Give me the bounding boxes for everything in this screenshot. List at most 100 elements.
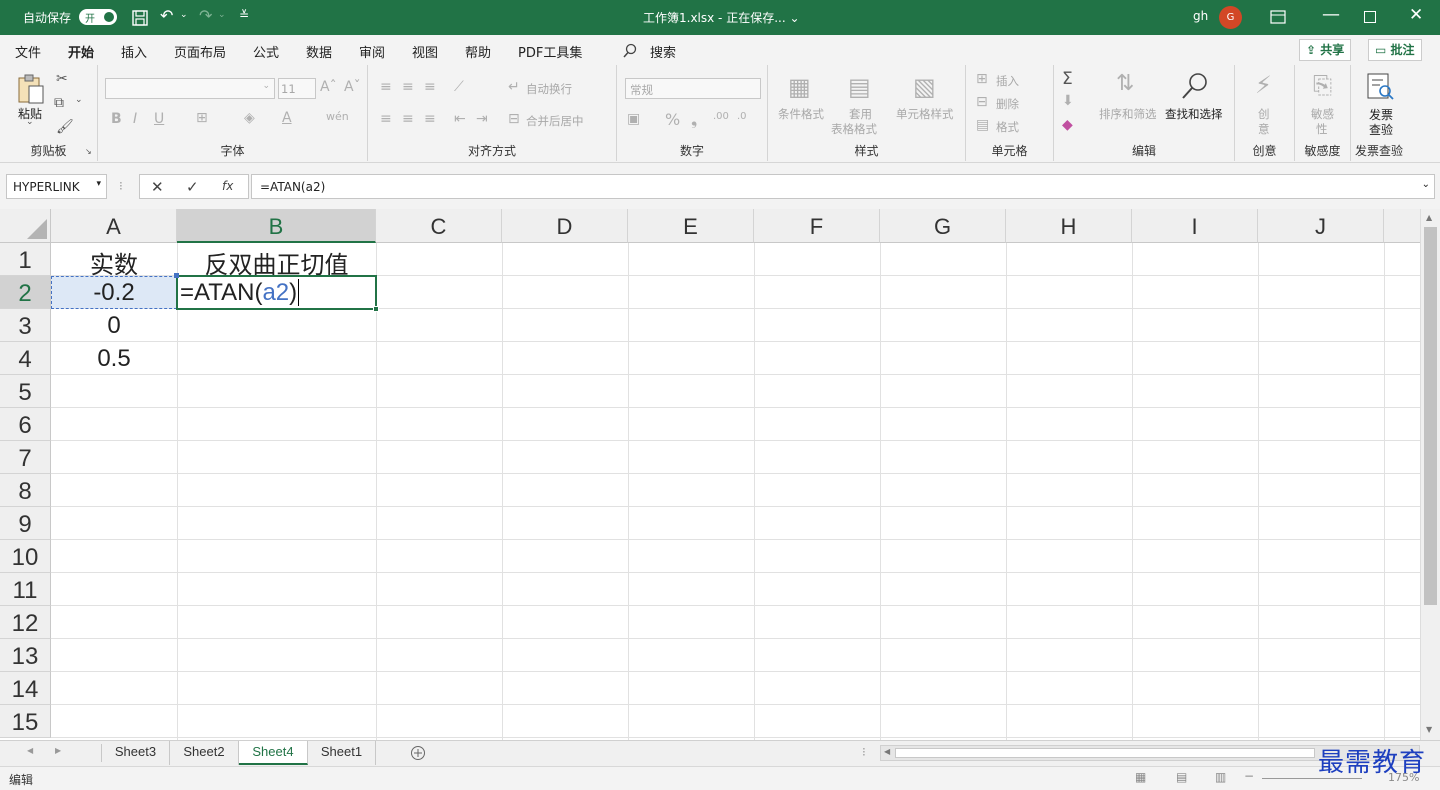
italic-button[interactable]: I: [133, 111, 137, 127]
cell-a2[interactable]: -0.2: [51, 279, 177, 307]
border-icon[interactable]: ⊞: [196, 110, 208, 126]
fill-color-icon[interactable]: ◈: [244, 110, 255, 126]
tab-page-layout[interactable]: 页面布局: [174, 42, 226, 61]
tab-view[interactable]: 视图: [412, 42, 438, 61]
cell-a4[interactable]: 0.5: [51, 345, 177, 373]
column-header-d[interactable]: D: [502, 209, 628, 243]
format-painter-icon[interactable]: 🖌: [56, 119, 74, 135]
insert-cells-icon[interactable]: ⊞: [976, 71, 988, 87]
undo-dropdown-icon[interactable]: ⌄: [180, 10, 188, 20]
add-sheet-icon[interactable]: [410, 745, 426, 761]
ideas-icon[interactable]: ⚡: [1255, 71, 1272, 99]
increase-decimal-icon[interactable]: .00: [713, 111, 729, 122]
sensitivity-label-2[interactable]: 性: [1316, 121, 1328, 137]
row-header-11[interactable]: 11: [0, 573, 51, 606]
align-center-icon[interactable]: ≡: [402, 111, 414, 127]
search-icon[interactable]: [622, 43, 638, 59]
tab-split-icon[interactable]: ⁝: [862, 745, 866, 759]
page-layout-view-icon[interactable]: ▤: [1176, 770, 1187, 784]
fill-handle[interactable]: [373, 306, 379, 312]
scroll-right-icon[interactable]: ▶: [55, 746, 61, 755]
tab-data[interactable]: 数据: [306, 42, 332, 61]
orientation-icon[interactable]: ⟋: [454, 79, 464, 95]
underline-button[interactable]: U: [154, 111, 164, 127]
comma-icon[interactable]: ❟: [691, 110, 697, 130]
percent-icon[interactable]: %: [665, 110, 680, 129]
find-select-label[interactable]: 查找和选择: [1165, 106, 1223, 122]
name-box[interactable]: HYPERLINK ▾: [6, 174, 107, 199]
column-header-c[interactable]: C: [376, 209, 502, 243]
undo-icon[interactable]: ↶: [160, 6, 173, 25]
sensitivity-label-1[interactable]: 敏感: [1311, 106, 1334, 122]
align-top-icon[interactable]: ≡: [380, 79, 392, 95]
row-header-10[interactable]: 10: [0, 540, 51, 573]
column-header-e[interactable]: E: [628, 209, 754, 243]
conditional-format-icon[interactable]: ▦: [788, 73, 811, 101]
copy-dropdown-icon[interactable]: ⌄: [75, 95, 83, 105]
row-header-7[interactable]: 7: [0, 441, 51, 474]
page-break-view-icon[interactable]: ▥: [1215, 770, 1226, 784]
column-header-a[interactable]: A: [51, 209, 177, 243]
sort-filter-icon[interactable]: ⇅: [1116, 71, 1134, 96]
enter-icon[interactable]: ✓: [186, 178, 199, 196]
decrease-indent-icon[interactable]: ⇤: [454, 111, 466, 127]
sensitivity-icon[interactable]: ⎘: [1313, 71, 1332, 99]
font-name-dropdown[interactable]: ⌄: [105, 78, 275, 99]
tab-review[interactable]: 审阅: [359, 42, 385, 61]
tab-home[interactable]: 开始: [68, 42, 95, 69]
tab-pdf-tools[interactable]: PDF工具集: [518, 42, 582, 61]
column-header-h[interactable]: H: [1006, 209, 1132, 243]
share-button[interactable]: ⇪ 共享: [1299, 39, 1352, 61]
minimize-icon[interactable]: —: [1322, 4, 1340, 25]
tab-formulas[interactable]: 公式: [253, 42, 279, 61]
comment-button[interactable]: ▭ 批注: [1368, 39, 1422, 61]
increase-indent-icon[interactable]: ⇥: [476, 111, 488, 127]
delete-cells-label[interactable]: 删除: [996, 96, 1019, 112]
cancel-icon[interactable]: ✕: [151, 178, 164, 196]
column-header-i[interactable]: I: [1132, 209, 1258, 243]
format-table-label-1[interactable]: 套用: [849, 106, 872, 122]
scroll-thumb[interactable]: [1424, 227, 1437, 605]
row-header-12[interactable]: 12: [0, 606, 51, 639]
scroll-left-icon[interactable]: ◀: [27, 746, 33, 755]
search-label[interactable]: 搜索: [650, 42, 676, 61]
tab-help[interactable]: 帮助: [465, 42, 491, 61]
avatar[interactable]: G: [1219, 6, 1242, 29]
cell-styles-icon[interactable]: ▧: [913, 73, 936, 101]
tab-file[interactable]: 文件: [15, 42, 41, 61]
bold-button[interactable]: B: [111, 111, 122, 127]
hscroll-left-icon[interactable]: ◀: [884, 747, 890, 756]
phonetic-icon[interactable]: wén: [326, 110, 349, 123]
row-header-14[interactable]: 14: [0, 672, 51, 705]
scroll-down-icon[interactable]: ▼: [1426, 725, 1432, 734]
row-header-3[interactable]: 3: [0, 309, 51, 342]
sheet-tab-sheet1[interactable]: Sheet1: [308, 741, 376, 765]
invoice-check-icon[interactable]: [1365, 71, 1395, 101]
ribbon-display-icon[interactable]: [1270, 10, 1286, 24]
autosum-icon[interactable]: Σ: [1062, 69, 1073, 89]
row-header-9[interactable]: 9: [0, 507, 51, 540]
row-header-4[interactable]: 4: [0, 342, 51, 375]
sheet-tab-sheet3[interactable]: Sheet3: [102, 741, 170, 765]
column-header-b[interactable]: B: [177, 209, 376, 243]
decrease-decimal-icon[interactable]: .0: [737, 111, 747, 122]
select-all-corner[interactable]: [0, 209, 51, 243]
wrap-text-icon[interactable]: ↵: [508, 79, 520, 95]
ideas-label-2[interactable]: 意: [1258, 121, 1270, 137]
format-cells-label[interactable]: 格式: [996, 119, 1019, 135]
format-table-label-2[interactable]: 表格格式: [831, 121, 877, 137]
ideas-label-1[interactable]: 创: [1258, 106, 1270, 122]
row-header-6[interactable]: 6: [0, 408, 51, 441]
row-header-13[interactable]: 13: [0, 639, 51, 672]
conditional-format-label[interactable]: 条件格式: [778, 106, 824, 122]
close-icon[interactable]: ✕: [1409, 5, 1423, 25]
column-header-f[interactable]: F: [754, 209, 880, 243]
currency-icon[interactable]: ▣: [627, 111, 640, 127]
font-color-icon[interactable]: A: [282, 110, 292, 126]
sheet-tab-sheet4[interactable]: Sheet4: [239, 741, 308, 765]
insert-function-button[interactable]: fx: [222, 179, 233, 193]
align-left-icon[interactable]: ≡: [380, 111, 392, 127]
zoom-out-icon[interactable]: −: [1244, 769, 1254, 783]
expand-formula-icon[interactable]: ⌄: [1422, 179, 1430, 190]
active-cell-b2[interactable]: =ATAN(a2): [176, 275, 379, 312]
